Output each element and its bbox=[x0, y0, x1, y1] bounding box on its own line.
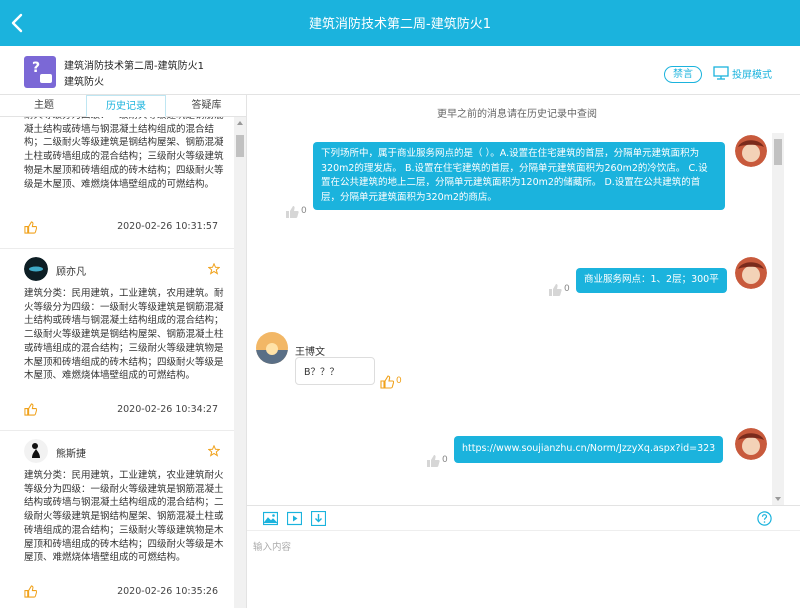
left-scrollbar[interactable] bbox=[234, 117, 246, 608]
like-button[interactable]: 0 bbox=[426, 454, 452, 467]
like-icon[interactable] bbox=[24, 585, 37, 598]
composer-toolbar bbox=[247, 505, 800, 530]
list-item: 熊斯捷 建筑分类：民用建筑，工业建筑，农业建筑耐火等级分为四级：一级耐火等级建筑… bbox=[0, 431, 234, 608]
avatar bbox=[24, 257, 48, 281]
list-item: 耐火等级分为四级：一级耐火等级建筑是钢筋混凝土结构或砖墙与钢混凝土结构组成的混合… bbox=[0, 117, 234, 249]
message-composer bbox=[247, 530, 800, 608]
like-icon[interactable] bbox=[24, 221, 37, 234]
thumbs-up-icon bbox=[549, 284, 562, 296]
post-body: 建筑分类：民用建筑，工业建筑，农业建筑耐火等级分为四级：一级耐火等级建筑是钢筋混… bbox=[24, 470, 224, 564]
projection-icon[interactable] bbox=[713, 66, 729, 80]
thumbs-up-icon bbox=[380, 375, 394, 389]
post-time: 2020-02-26 10:35:26 bbox=[117, 586, 218, 597]
thumbs-up-icon bbox=[427, 455, 440, 467]
discussion-room-icon: ? bbox=[24, 56, 56, 88]
post-author: 熊斯捷 bbox=[56, 449, 86, 460]
avatar bbox=[735, 135, 767, 167]
projection-mode-button[interactable]: 投屏模式 bbox=[732, 66, 772, 81]
top-bar: 建筑消防技术第二周-建筑防火1 bbox=[0, 0, 800, 46]
like-count: 0 bbox=[396, 376, 402, 386]
history-notice: 更早之前的消息请在历史记录中查阅 bbox=[437, 109, 597, 120]
post-time: 2020-02-26 10:31:57 bbox=[117, 221, 218, 232]
post-body: 建筑分类：民用建筑，工业建筑，农用建筑。耐火等级分为四级：一级耐火等级建筑是钢筋… bbox=[24, 288, 224, 382]
like-button[interactable]: 0 bbox=[548, 283, 574, 296]
tab-bar: 主题 历史记录 答疑库 bbox=[0, 95, 247, 117]
like-icon[interactable] bbox=[24, 403, 37, 416]
thumbs-up-icon bbox=[286, 206, 299, 218]
tab-qa-library[interactable]: 答疑库 bbox=[166, 95, 247, 117]
page-title: 建筑消防技术第二周-建筑防火1 bbox=[309, 17, 491, 32]
image-icon[interactable] bbox=[263, 511, 278, 526]
file-download-icon[interactable] bbox=[311, 511, 326, 526]
like-count: 0 bbox=[564, 284, 570, 294]
video-icon[interactable] bbox=[287, 511, 302, 526]
message-bubble[interactable]: https://www.soujianzhu.cn/Norm/JzzyXq.as… bbox=[454, 436, 724, 463]
like-button[interactable]: 0 bbox=[380, 375, 406, 389]
post-time: 2020-02-26 10:34:27 bbox=[117, 404, 218, 415]
avatar bbox=[735, 428, 767, 460]
message-input[interactable] bbox=[253, 539, 773, 555]
sender-name: 王博文 bbox=[295, 347, 325, 358]
star-icon[interactable] bbox=[208, 445, 220, 457]
history-feed: 耐火等级分为四级：一级耐火等级建筑是钢筋混凝土结构或砖墙与钢混凝土结构组成的混合… bbox=[0, 117, 234, 608]
avatar bbox=[735, 257, 767, 289]
tab-topics[interactable]: 主题 bbox=[0, 95, 88, 117]
chat-panel: 更早之前的消息请在历史记录中查阅 下列场所中，属于商业服务网点的是（ ）。A.设… bbox=[247, 95, 800, 505]
post-body: 耐火等级分为四级：一级耐火等级建筑是钢筋混凝土结构或砖墙与钢混凝土结构组成的混合… bbox=[24, 117, 224, 190]
star-icon[interactable] bbox=[208, 263, 220, 275]
list-item: 顾亦凡 建筑分类：民用建筑，工业建筑，农用建筑。耐火等级分为四级：一级耐火等级建… bbox=[0, 249, 234, 431]
left-panel: 主题 历史记录 答疑库 耐火等级分为四级：一级耐火等级建筑是钢筋混凝土结构或砖墙… bbox=[0, 95, 247, 608]
room-name: 建筑消防技术第二周-建筑防火1 bbox=[64, 61, 204, 72]
mute-button[interactable]: 禁言 bbox=[664, 66, 702, 83]
avatar bbox=[256, 332, 288, 364]
help-icon[interactable] bbox=[757, 511, 772, 526]
avatar bbox=[24, 439, 48, 463]
like-button[interactable]: 0 bbox=[285, 205, 311, 218]
like-count: 0 bbox=[301, 206, 307, 216]
message-bubble: 商业服务网点：1、2层；300平 bbox=[576, 268, 727, 293]
room-subtitle: 建筑防火 bbox=[64, 77, 104, 88]
post-author: 顾亦凡 bbox=[56, 267, 86, 278]
tab-history[interactable]: 历史记录 bbox=[86, 95, 166, 117]
like-count: 0 bbox=[442, 455, 448, 465]
message-bubble: B？？？ bbox=[295, 357, 375, 385]
message-bubble: 下列场所中，属于商业服务网点的是（ ）。A.设置在住宅建筑的首层，分隔单元建筑面… bbox=[313, 142, 725, 210]
chat-scrollbar[interactable] bbox=[772, 133, 784, 505]
